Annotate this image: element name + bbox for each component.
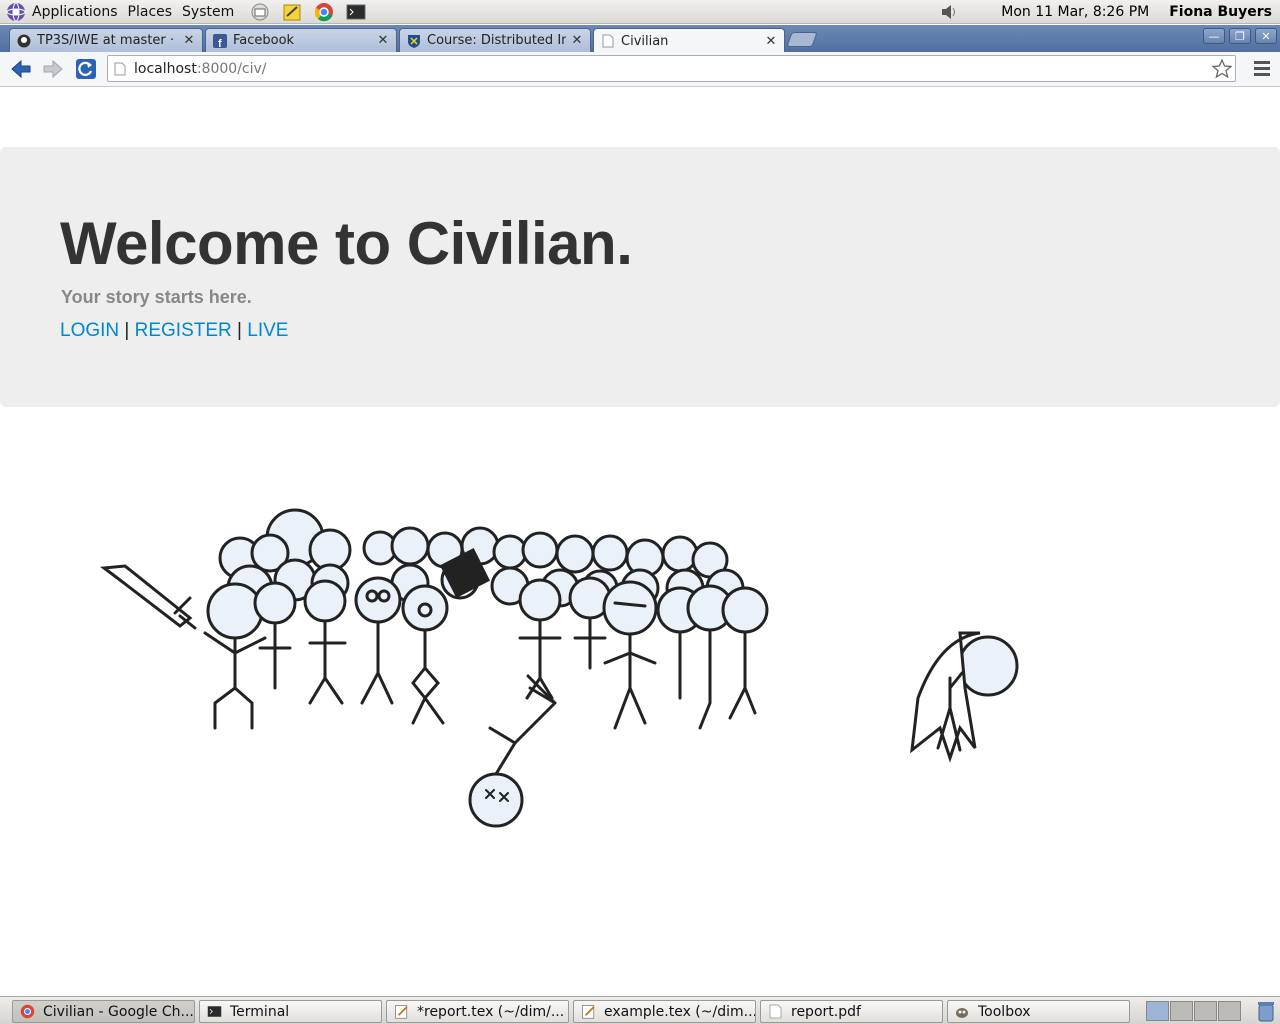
pdf-icon xyxy=(767,1004,783,1020)
terminal-launcher[interactable] xyxy=(345,1,367,23)
page-icon xyxy=(600,33,616,49)
browser-toolbar: localhost:8000/civ/ xyxy=(0,52,1280,87)
task-report-tex[interactable]: *report.tex (~/dim/... xyxy=(386,1000,569,1023)
workspace-2[interactable] xyxy=(1170,1001,1193,1021)
workspace-3[interactable] xyxy=(1194,1001,1217,1021)
address-bar[interactable]: localhost:8000/civ/ xyxy=(107,55,1236,82)
close-window-button[interactable]: ✕ xyxy=(1255,28,1277,44)
task-report-pdf[interactable]: report.pdf xyxy=(760,1000,943,1023)
clock[interactable]: Mon 11 Mar, 8:26 PM xyxy=(991,4,1159,20)
close-icon[interactable]: ✕ xyxy=(376,33,390,48)
shield-icon xyxy=(406,33,422,49)
task-terminal[interactable]: Terminal xyxy=(199,1000,382,1023)
task-label: report.pdf xyxy=(791,1003,861,1020)
top-panel: Applications Places System Mon 11 Mar, 8… xyxy=(0,0,1280,24)
applications-label: Applications xyxy=(32,3,118,20)
workspace-switcher xyxy=(1146,1001,1242,1021)
auth-links: LOGIN | REGISTER | LIVE xyxy=(60,320,288,342)
text-editor-icon xyxy=(580,1004,596,1020)
volume-icon[interactable] xyxy=(939,2,961,22)
close-window-icon: ✕ xyxy=(1261,29,1271,43)
minimize-icon: — xyxy=(1208,29,1220,43)
places-menu[interactable]: Places xyxy=(123,0,178,24)
terminal-icon xyxy=(346,4,366,19)
live-link[interactable]: LIVE xyxy=(247,320,288,341)
tab-title: Civilian xyxy=(621,33,669,49)
gimp-icon xyxy=(954,1004,970,1020)
back-arrow-icon xyxy=(11,59,31,79)
workspace-4[interactable] xyxy=(1218,1001,1241,1021)
page-icon xyxy=(114,62,126,75)
notes-icon xyxy=(283,4,301,20)
workspace-1[interactable] xyxy=(1146,1001,1169,1021)
gnome-foot-icon xyxy=(6,2,26,21)
tab-facebook[interactable]: f Facebook ✕ xyxy=(205,28,397,52)
bookmark-star-icon[interactable] xyxy=(1212,59,1232,79)
forward-arrow-icon xyxy=(43,59,63,79)
task-label: example.tex (~/dim... xyxy=(604,1003,756,1020)
bottom-taskbar: Civilian - Google Ch... Terminal *report… xyxy=(0,996,1280,1024)
user-name[interactable]: Fiona Buyers xyxy=(1159,4,1280,20)
task-label: Civilian - Google Ch... xyxy=(43,1003,194,1020)
tab-title: TP3S/IWE at master · c xyxy=(37,33,178,48)
mail-launcher[interactable] xyxy=(249,1,271,23)
url-host: localhost xyxy=(134,60,197,77)
close-icon[interactable]: ✕ xyxy=(182,33,196,48)
tab-course[interactable]: Course: Distributed Info ✕ xyxy=(399,28,591,52)
close-icon[interactable]: ✕ xyxy=(764,34,778,49)
register-link[interactable]: REGISTER xyxy=(135,320,232,341)
trash-icon[interactable] xyxy=(1256,1000,1276,1022)
reload-icon xyxy=(76,59,96,79)
close-icon[interactable]: ✕ xyxy=(570,33,584,48)
tab-github[interactable]: TP3S/IWE at master · c ✕ xyxy=(9,28,203,52)
chrome-icon xyxy=(315,2,334,21)
terminal-icon xyxy=(206,1004,222,1020)
task-chrome[interactable]: Civilian - Google Ch... xyxy=(12,1000,195,1023)
chrome-icon xyxy=(19,1004,35,1020)
reload-button[interactable] xyxy=(73,56,99,82)
link-separator: | xyxy=(124,320,130,341)
tagline: Your story starts here. xyxy=(61,287,252,307)
mail-icon xyxy=(251,3,269,20)
page-content: Welcome to Civilian. Your story starts h… xyxy=(0,88,1280,996)
page-title: Welcome to Civilian. xyxy=(60,210,633,277)
tab-title: Facebook xyxy=(233,33,295,48)
hero-jumbotron: Welcome to Civilian. Your story starts h… xyxy=(0,147,1280,407)
chrome-launcher[interactable] xyxy=(313,1,335,23)
task-toolbox[interactable]: Toolbox xyxy=(947,1000,1130,1023)
login-link[interactable]: LOGIN xyxy=(60,320,119,341)
back-button[interactable] xyxy=(8,56,34,82)
minimize-button[interactable]: — xyxy=(1203,28,1225,44)
system-menu[interactable]: System xyxy=(177,0,239,24)
restore-button[interactable]: ❐ xyxy=(1229,28,1251,44)
crowd-illustration xyxy=(99,508,1019,828)
task-label: Toolbox xyxy=(978,1003,1031,1020)
notes-launcher[interactable] xyxy=(281,1,303,23)
chrome-menu-button[interactable] xyxy=(1254,61,1270,79)
tab-title: Course: Distributed Info xyxy=(427,33,566,48)
restore-icon: ❐ xyxy=(1235,29,1245,43)
task-label: *report.tex (~/dim/... xyxy=(417,1003,565,1020)
url-path: :8000/civ/ xyxy=(196,60,267,77)
new-tab-button[interactable] xyxy=(786,32,818,47)
task-label: Terminal xyxy=(230,1003,290,1020)
text-editor-icon xyxy=(393,1004,409,1020)
facebook-icon: f xyxy=(212,33,228,49)
applications-menu[interactable]: Applications xyxy=(0,0,123,24)
link-separator: | xyxy=(237,320,242,341)
svg-text:f: f xyxy=(218,38,222,48)
forward-button[interactable] xyxy=(40,56,66,82)
tab-strip: TP3S/IWE at master · c ✕ f Facebook ✕ Co… xyxy=(0,25,1280,53)
task-example-tex[interactable]: example.tex (~/dim... xyxy=(573,1000,756,1023)
github-icon xyxy=(16,33,32,49)
tab-civilian[interactable]: Civilian ✕ xyxy=(593,28,785,53)
